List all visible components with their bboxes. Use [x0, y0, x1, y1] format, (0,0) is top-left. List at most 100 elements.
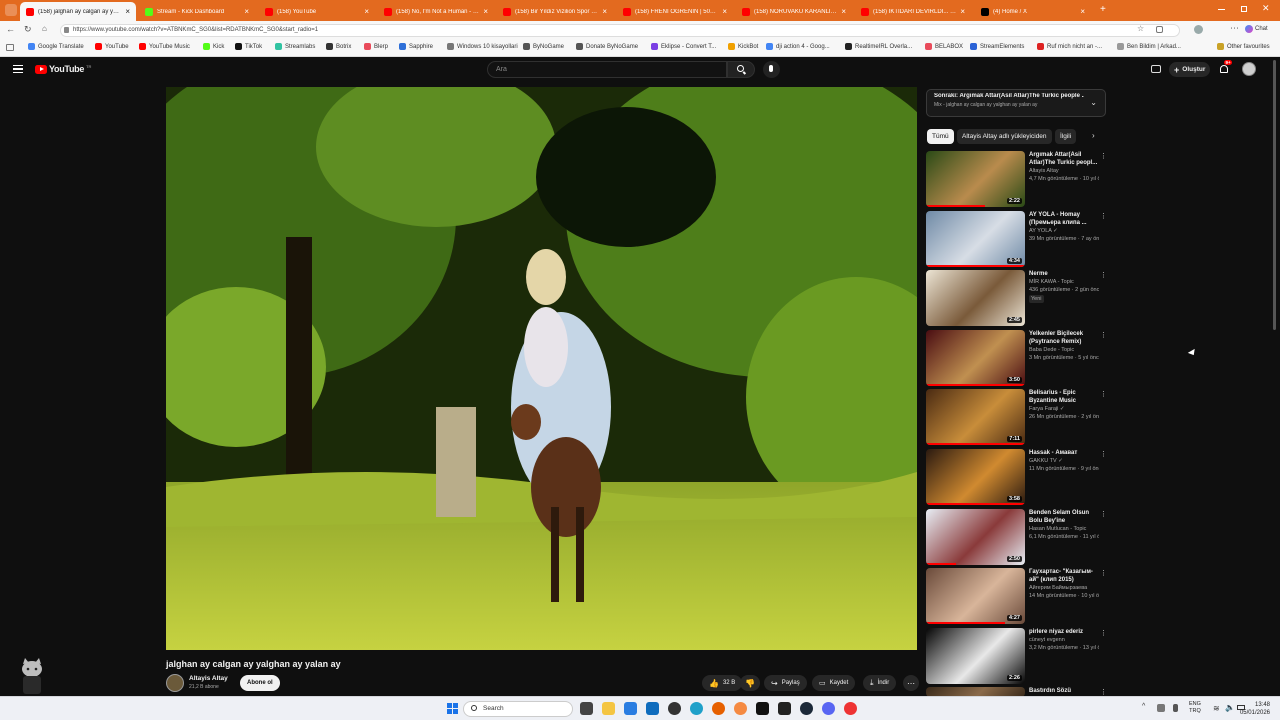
video-thumbnail[interactable]: 4:27 — [926, 568, 1025, 625]
video-title[interactable]: Nerme — [1029, 270, 1099, 278]
chevron-down-icon[interactable]: ⌄ — [1090, 98, 1097, 107]
home-icon[interactable]: ⌂ — [42, 24, 47, 33]
video-channel[interactable]: cüneyt evgenn — [1029, 636, 1099, 644]
voice-search-button[interactable] — [763, 61, 780, 78]
more-options-icon[interactable]: ⋮ — [1100, 152, 1107, 162]
edge-icon[interactable] — [690, 702, 703, 715]
tray-chevron-icon[interactable]: ^ — [1142, 703, 1145, 710]
recommended-video[interactable]: 2:22 Argımak Attar(Asil Atlar)The Turkic … — [926, 151, 1108, 207]
bookmark-item[interactable]: YouTube Music — [139, 43, 190, 50]
create-button[interactable]: + Oluştur — [1169, 62, 1211, 77]
tab-close-icon[interactable]: × — [602, 7, 607, 16]
video-channel[interactable]: Baba Dede - Topic — [1029, 346, 1099, 354]
tab-close-icon[interactable]: × — [125, 7, 130, 16]
video-channel[interactable]: Айгерим Баймырзаева — [1029, 584, 1099, 592]
recorder-icon[interactable] — [844, 702, 857, 715]
hamburger-menu-icon[interactable] — [13, 65, 23, 73]
video-channel[interactable]: Farya Faraji ✓ — [1029, 405, 1099, 413]
bookmark-item[interactable]: Botrix — [326, 43, 351, 50]
bookmark-item[interactable]: StreamElements — [970, 43, 1024, 50]
mail-icon[interactable] — [646, 702, 659, 715]
browser-tab[interactable]: (158) İKTİDARI DEVİRLDİ... - YouTub × — [855, 2, 971, 21]
bookmark-item[interactable]: TikTok — [235, 43, 262, 50]
file-explorer-icon[interactable] — [602, 702, 615, 715]
other-favourites[interactable]: Other favourites — [1217, 43, 1270, 50]
share-button[interactable]: ↪ Paylaş — [764, 675, 807, 691]
store-icon[interactable] — [624, 702, 637, 715]
profile-icon[interactable] — [1194, 25, 1203, 34]
youtube-logo[interactable]: YouTube TR — [35, 64, 91, 74]
more-options-icon[interactable]: ⋮ — [1100, 450, 1107, 460]
copilot-chat-button[interactable]: Chat — [1245, 25, 1268, 33]
video-title[interactable]: Benden Selam Olsun Bolu Bey'ine — [1029, 509, 1099, 525]
apps-icon[interactable] — [6, 44, 14, 51]
orange-app-icon[interactable] — [734, 702, 747, 715]
notifications-button[interactable]: 9+ — [1218, 60, 1233, 75]
browser-tab[interactable]: (158) NORUVAKU KARANLIK YÜZ × — [736, 2, 852, 21]
video-title[interactable]: Yelkenler Biçilecek (Psytrance Remix) — [1029, 330, 1099, 346]
browser-tab[interactable]: (158) jalghan ay calgan ay yal... × — [20, 2, 136, 21]
obs-icon[interactable] — [668, 702, 681, 715]
terminal-icon[interactable] — [778, 702, 791, 715]
minimize-icon[interactable] — [1218, 9, 1225, 10]
bookmark-item[interactable]: RealtimeIRL Overla... — [845, 43, 912, 50]
video-thumbnail[interactable]: 2:50 — [926, 508, 1025, 565]
filter-chip[interactable]: Tümü — [927, 129, 954, 144]
bookmark-item[interactable]: Donate ByNoGame — [576, 43, 638, 50]
subscribe-button[interactable]: Abone ol — [240, 675, 280, 691]
next-up-panel[interactable]: Sonraki: Argımak Attar(Asil Atlar)The Tu… — [926, 89, 1106, 117]
channel-avatar[interactable] — [166, 674, 184, 692]
search-button[interactable] — [727, 61, 755, 78]
page-scrollbar[interactable] — [1272, 60, 1277, 690]
cast-icon[interactable] — [1151, 65, 1161, 73]
more-options-icon[interactable]: ⋮ — [1100, 212, 1107, 222]
task-view-icon[interactable] — [580, 702, 593, 715]
recommended-video[interactable]: 7:11 Belisarius - Epic Byzantine Music Far… — [926, 389, 1108, 446]
bookmark-item[interactable]: Eklipse - Convert T... — [651, 43, 716, 50]
search-input[interactable]: Ara — [487, 61, 727, 78]
browser-tab[interactable]: (158) FRENİ ÖĞRENİN | 50sders | ... × — [617, 2, 733, 21]
bookmark-item[interactable]: Kick — [203, 43, 224, 50]
video-thumbnail[interactable]: 3:50 — [926, 329, 1025, 386]
close-window-icon[interactable]: ✕ — [1262, 3, 1270, 14]
tray-app-icon[interactable] — [1157, 704, 1165, 712]
tab-close-icon[interactable]: × — [722, 7, 727, 16]
filter-chip[interactable]: İlgili — [1055, 129, 1077, 144]
wifi-icon[interactable]: ≋ — [1213, 704, 1220, 713]
video-channel[interactable]: AY YOLA ✓ — [1029, 227, 1099, 235]
bookmark-item[interactable]: Ben Bildim | Arkad... — [1117, 43, 1181, 50]
back-icon[interactable]: ← — [6, 24, 15, 34]
star-icon[interactable]: ☆ — [1137, 24, 1144, 33]
account-avatar[interactable] — [1242, 62, 1256, 76]
bookmark-item[interactable]: KickBot — [728, 43, 758, 50]
bookmark-item[interactable]: YouTube — [95, 43, 129, 50]
chips-next-arrow[interactable]: › — [1092, 131, 1095, 140]
scrollbar-thumb[interactable] — [1273, 60, 1276, 330]
maximize-icon[interactable] — [1241, 6, 1247, 12]
more-actions-button[interactable]: ⋯ — [903, 675, 919, 691]
browser-tab[interactable]: (158) No, I'm Not a Human - Offic × — [378, 2, 494, 21]
steam-icon[interactable] — [800, 702, 813, 715]
video-title[interactable]: Belisarius - Epic Byzantine Music — [1029, 389, 1099, 405]
video-thumbnail[interactable]: 4:34 — [926, 210, 1025, 267]
firefox-icon[interactable] — [712, 702, 725, 715]
bookmark-item[interactable]: Streamlabs — [275, 43, 315, 50]
recommended-video[interactable]: 3:50 Yelkenler Biçilecek (Psytrance Remix… — [926, 329, 1108, 386]
tab-close-icon[interactable]: × — [1080, 7, 1085, 16]
volume-icon[interactable]: 🔈 — [1225, 703, 1235, 712]
recommended-video[interactable]: 2:45 Nerme MİR KAWA - Topic 436 görüntüleme… — [926, 270, 1108, 327]
more-options-icon[interactable]: ⋮ — [1100, 271, 1107, 281]
taskbar-search-input[interactable]: Search — [463, 701, 573, 717]
browser-menu-icon[interactable] — [5, 4, 17, 16]
url-input[interactable]: https://www.youtube.com/watch?v=ATBNKmC_… — [60, 24, 1180, 37]
bookmark-item[interactable]: Ruf mich nicht an -... — [1037, 43, 1102, 50]
video-player[interactable] — [166, 87, 917, 650]
tray-mic-icon[interactable] — [1173, 704, 1178, 712]
browser-tab[interactable]: (158) Bir Yıldız Vizilion Spor Salonu× — [497, 2, 613, 21]
video-channel[interactable]: GAKKU TV ✓ — [1029, 457, 1099, 465]
bookmark-item[interactable]: Blerp — [364, 43, 388, 50]
video-channel[interactable]: Altayis Altay — [1029, 167, 1099, 175]
bookmark-item[interactable]: Windows 10 kisayollari — [447, 43, 518, 50]
settings-dots-icon[interactable]: ⋯ — [1230, 23, 1239, 34]
video-thumbnail[interactable]: 3:58 — [926, 449, 1025, 505]
